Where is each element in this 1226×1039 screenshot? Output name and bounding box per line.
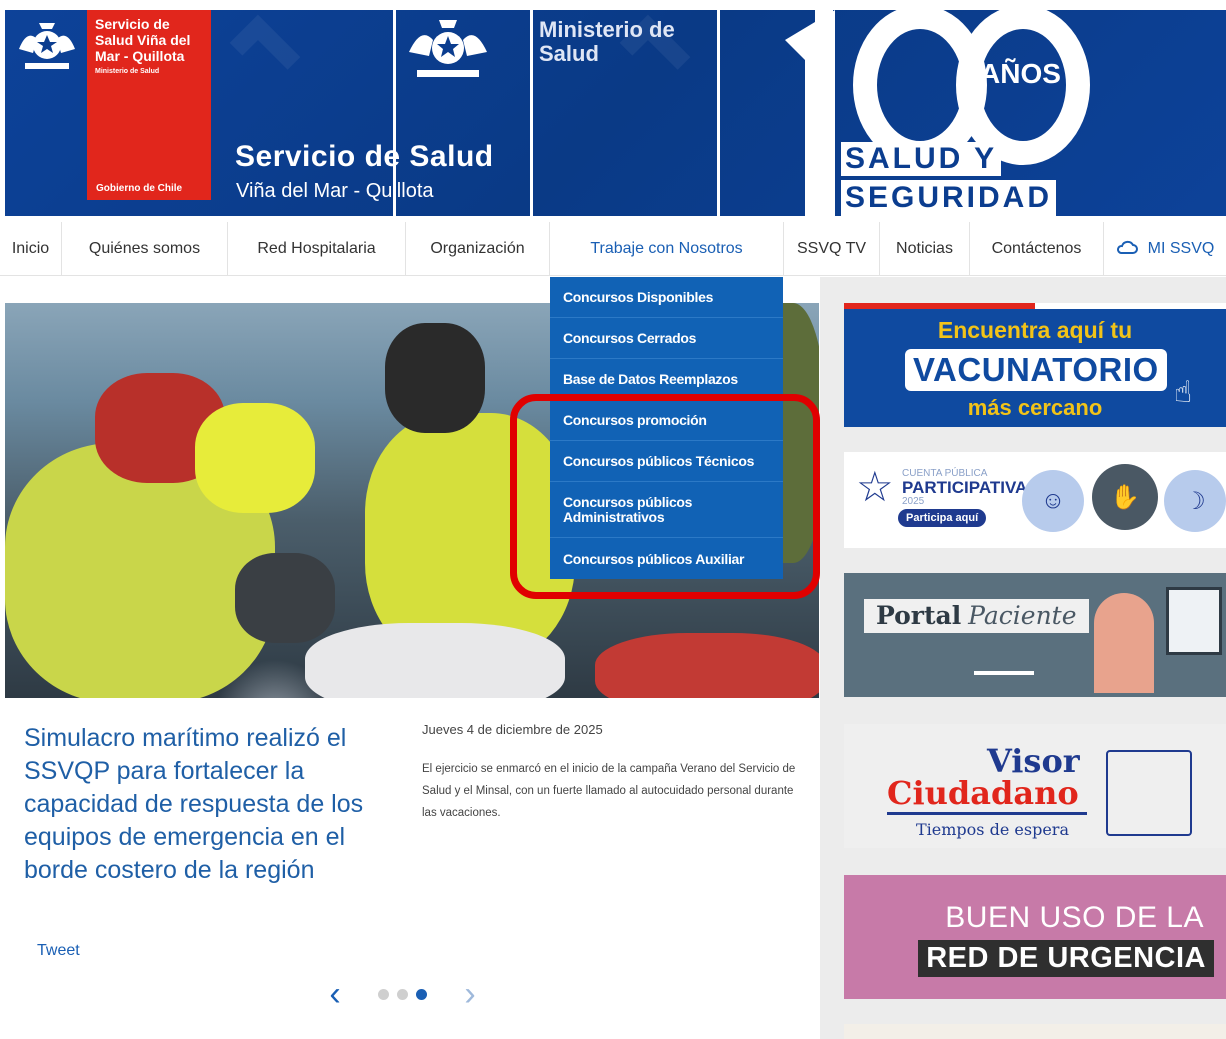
urgencia-line2: RED DE URGENCIA <box>918 940 1214 977</box>
building-people-icon <box>1106 750 1192 836</box>
face-icon: ☺ <box>1022 470 1084 532</box>
equipment <box>235 553 335 643</box>
monitor-icon <box>1166 587 1222 655</box>
visor-underline <box>887 812 1087 815</box>
article-title[interactable]: Simulacro marítimo realizó el SSVQP para… <box>24 722 384 887</box>
carousel-dot-active[interactable] <box>416 989 427 1000</box>
vacunatorio-line3: más cercano <box>967 395 1103 420</box>
nav-item-ssvq-tv[interactable]: SSVQ TV <box>784 222 880 276</box>
nav-item-trabaje-con-nosotros[interactable]: Trabaje con Nosotros <box>550 222 784 276</box>
banner-divider <box>717 10 720 216</box>
urgencia-line1: BUEN USO DE LA <box>945 901 1204 934</box>
carousel-dot[interactable] <box>397 989 408 1000</box>
carousel-dot[interactable] <box>378 989 389 1000</box>
dropdown-item-concursos-disponibles[interactable]: Concursos Disponibles <box>550 277 783 318</box>
red-highlight-outline <box>510 394 820 599</box>
wave-decoration <box>974 665 1034 675</box>
cuenta-publica-line3: 2025 <box>902 496 925 507</box>
red-block-title: Servicio de Salud Viña del Mar - Quillot… <box>95 16 191 64</box>
vacunatorio-line1: Encuentra aquí tu <box>937 317 1133 343</box>
centenary-line1: SALUD Y <box>841 142 1002 176</box>
boat-hull <box>595 633 819 698</box>
tweet-link[interactable]: Tweet <box>37 942 80 960</box>
site-subtitle: Viña del Mar - Quillota <box>236 180 434 202</box>
centenary-line2: SEGURIDAD <box>841 180 1057 216</box>
hand-raised-icon: ✋ <box>1092 464 1158 530</box>
ministry-coat-of-arms-icon <box>403 18 493 82</box>
nav-item-mi-ssvq[interactable]: MI SSVQ <box>1104 222 1226 276</box>
patient-mannequin <box>305 623 565 698</box>
nav-item-inicio[interactable]: Inicio <box>0 222 62 276</box>
next-sidebar-banner[interactable] <box>844 1024 1226 1039</box>
chevron-left-icon[interactable]: ‹ <box>320 975 350 1014</box>
centenary-years-label: AÑOS <box>980 58 1061 89</box>
cuenta-publica-banner[interactable]: ☆ CUENTA PÚBLICA PARTICIPATIVA 2025 Part… <box>844 452 1226 548</box>
main-nav: Inicio Quiénes somos Red Hospitalaria Or… <box>0 222 1226 276</box>
portal-paciente-title: Portal Paciente <box>864 599 1089 633</box>
mi-ssvq-label: MI SSVQ <box>1147 240 1215 257</box>
article-date: Jueves 4 de diciembre de 2025 <box>422 722 603 737</box>
vacunatorio-banner[interactable]: Encuentra aquí tu VACUNATORIO más cercan… <box>844 303 1226 427</box>
nav-item-red-hospitalaria[interactable]: Red Hospitalaria <box>228 222 406 276</box>
buen-uso-urgencia-banner[interactable]: BUEN USO DE LA RED DE URGENCIA <box>844 875 1226 999</box>
helmet <box>195 403 315 513</box>
article-summary: El ejercicio se enmarcó en el inicio de … <box>422 763 796 819</box>
nav-item-organizacion[interactable]: Organización <box>406 222 550 276</box>
cloud-icon <box>1116 239 1138 260</box>
chevron-right-icon[interactable]: › <box>455 975 485 1014</box>
ear-icon: ☽ <box>1164 470 1226 532</box>
nav-item-quienes-somos[interactable]: Quiénes somos <box>62 222 228 276</box>
gov-red-block[interactable]: Servicio de Salud Viña del Mar - Quillot… <box>87 10 211 200</box>
header-banner: Servicio de Salud Viña del Mar - Quillot… <box>5 10 1226 216</box>
visor-line2: Ciudadano <box>887 774 1079 812</box>
carousel-controls: ‹ › <box>320 975 485 1014</box>
flag-stripe <box>844 303 1226 309</box>
nav-item-noticias[interactable]: Noticias <box>880 222 970 276</box>
patient-illustration <box>1094 593 1154 693</box>
dropdown-item-concursos-cerrados[interactable]: Concursos Cerrados <box>550 318 783 359</box>
vacunatorio-line2: VACUNATORIO <box>905 349 1167 391</box>
star-icon: ☆ <box>856 463 894 510</box>
site-title[interactable]: Servicio de Salud <box>235 140 494 174</box>
portal-label: Portal <box>876 601 962 630</box>
nav-item-contactenos[interactable]: Contáctenos <box>970 222 1104 276</box>
ministry-label: Ministerio de Salud <box>539 17 675 66</box>
participa-button[interactable]: Participa aquí <box>898 509 987 527</box>
chile-coat-of-arms-icon[interactable] <box>15 18 79 78</box>
portal-paciente-banner[interactable]: Portal Paciente <box>844 573 1226 697</box>
gobierno-label: Gobierno de Chile <box>96 183 183 194</box>
rescuer-head <box>385 323 485 433</box>
pointer-hand-icon: ☝ <box>1174 376 1193 409</box>
paciente-label: Paciente <box>968 601 1077 630</box>
visor-ciudadano-banner[interactable]: Visor Ciudadano Tiempos de espera <box>844 724 1226 848</box>
banner-divider <box>530 10 533 216</box>
red-block-subtitle: Ministerio de Salud <box>95 68 160 75</box>
cuenta-publica-line2: PARTICIPATIVA <box>902 478 1028 497</box>
visor-line3: Tiempos de espera <box>916 820 1069 839</box>
